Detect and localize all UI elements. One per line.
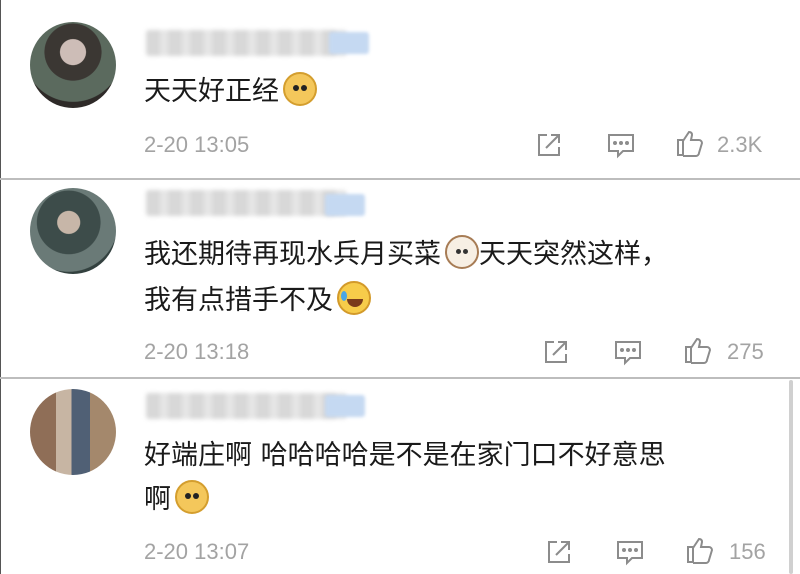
avatar[interactable]	[30, 188, 116, 274]
like-count: 275	[727, 339, 764, 364]
comment-text-line: 我有点措手不及	[144, 285, 333, 316]
comment-icon[interactable]	[606, 130, 636, 160]
thumbs-up-icon[interactable]	[683, 335, 713, 365]
username-blurred[interactable]	[146, 190, 346, 216]
comment-text-line: 天天好正经	[144, 76, 279, 107]
comment-timestamp: 2-20 13:05	[144, 132, 250, 157]
cat-emoji	[445, 235, 479, 269]
comment-text: 天天好正经	[144, 69, 317, 115]
comment-timestamp: 2-20 13:18	[144, 339, 250, 364]
comment-text-segment: 天天突然这样，	[479, 239, 668, 270]
comment-text: 我有点措手不及	[144, 278, 371, 324]
thumbs-up-icon[interactable]	[675, 128, 705, 158]
comment-timestamp: 2-20 13:07	[144, 539, 250, 564]
comment-card: 天天好正经 2-20 13:05 2.3K	[0, 0, 800, 178]
comment-card: 好端庄啊 哈哈哈哈是不是在家门口不好意思 啊 2-20 13:07 156	[0, 379, 800, 574]
comment-text: 啊	[144, 477, 209, 523]
username-blurred[interactable]	[146, 393, 346, 419]
scrollbar[interactable]	[789, 380, 793, 574]
thumbs-up-icon[interactable]	[685, 535, 715, 565]
avatar[interactable]	[30, 389, 116, 475]
laugh-cry-emoji	[337, 281, 371, 315]
avatar[interactable]	[30, 22, 116, 108]
share-icon[interactable]	[534, 130, 564, 160]
comment-text-segment: 我还期待再现水兵月买菜	[144, 239, 441, 270]
comment-card: 我还期待再现水兵月买菜 天天突然这样， 我有点措手不及 2-20 13:18 27…	[0, 180, 800, 377]
username-blurred[interactable]	[146, 30, 346, 56]
like-count: 2.3K	[717, 132, 763, 157]
user-badge	[325, 194, 365, 216]
user-badge	[325, 395, 365, 417]
comment-text: 我还期待再现水兵月买菜 天天突然这样，	[144, 232, 668, 278]
comment-icon[interactable]	[615, 537, 645, 567]
comment-text-line: 啊	[144, 484, 171, 515]
like-count: 156	[729, 539, 766, 564]
doge-emoji	[175, 480, 209, 514]
user-badge	[329, 32, 369, 54]
comment-text-line: 好端庄啊 哈哈哈哈是不是在家门口不好意思	[144, 440, 666, 471]
doge-emoji	[283, 72, 317, 106]
share-icon[interactable]	[544, 537, 574, 567]
share-icon[interactable]	[541, 337, 571, 367]
comment-text: 好端庄啊 哈哈哈哈是不是在家门口不好意思	[144, 433, 666, 479]
comment-icon[interactable]	[613, 337, 643, 367]
